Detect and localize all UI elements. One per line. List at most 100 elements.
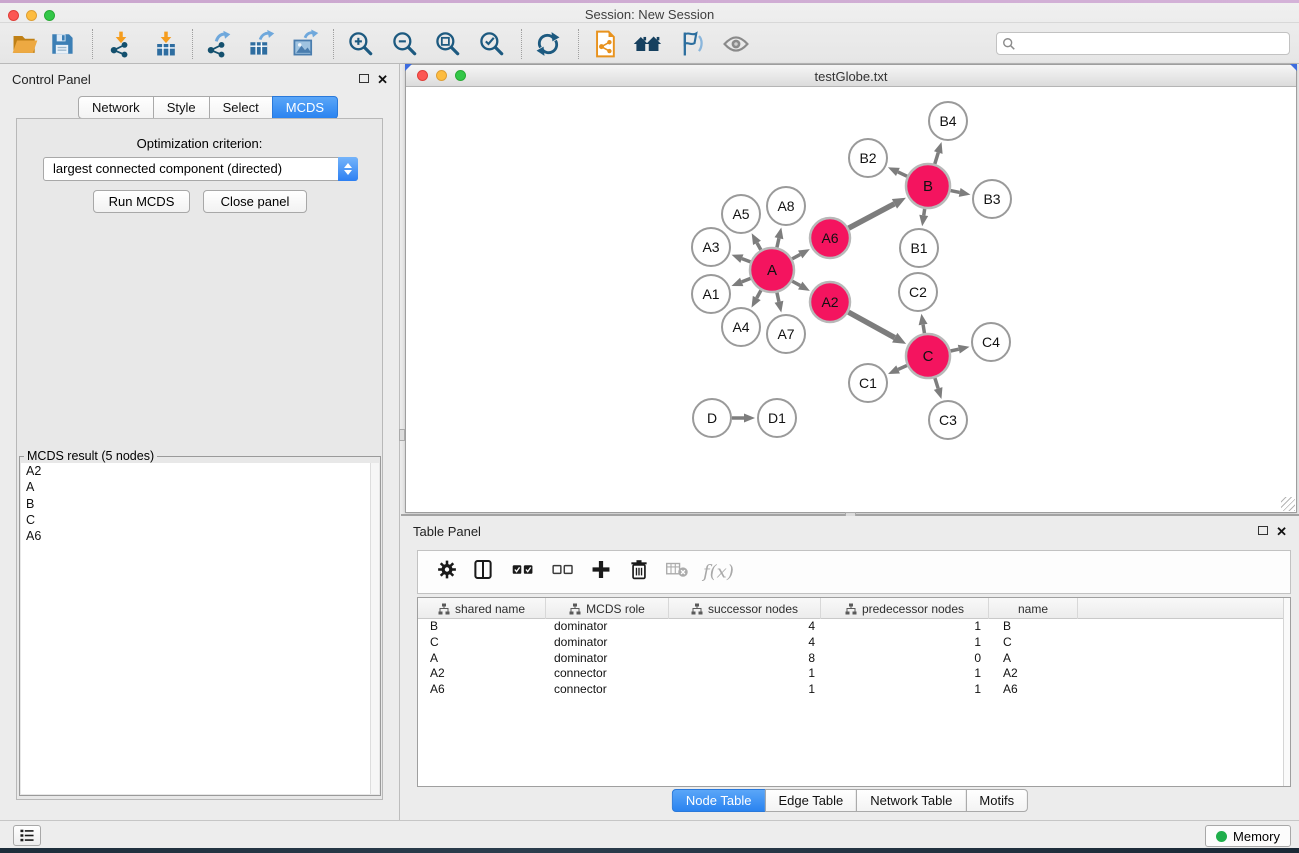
graph-node-A2[interactable]: A2 (810, 282, 850, 322)
graph-edge-C-C4[interactable] (950, 349, 958, 351)
graph-node-C3[interactable]: C3 (929, 401, 967, 439)
column-header-predecessor-nodes[interactable]: predecessor nodes (821, 598, 989, 619)
add-column-button[interactable] (590, 559, 612, 586)
graph-edge-C-C2[interactable] (923, 325, 924, 334)
table-row-b[interactable]: Bdominator41B (418, 619, 1290, 635)
split-view-button[interactable] (472, 559, 494, 586)
graph-node-B2[interactable]: B2 (849, 139, 887, 177)
export-table-button[interactable] (244, 27, 278, 61)
search-box[interactable] (996, 32, 1290, 55)
graph-node-A7[interactable]: A7 (767, 315, 805, 353)
cell-name[interactable]: B (989, 619, 1078, 635)
graph-edge-C-C1[interactable] (898, 365, 907, 369)
table-scrollbar[interactable] (1283, 598, 1290, 786)
result-scrollbar[interactable] (370, 463, 379, 794)
cell-mcds-role[interactable]: dominator (546, 651, 669, 667)
deselect-all-button[interactable] (551, 561, 575, 584)
graph-edge-B-B3[interactable] (951, 191, 960, 193)
float-panel-icon[interactable] (1258, 526, 1268, 535)
cell-predecessor-nodes[interactable]: 1 (821, 635, 989, 651)
cell-mcds-role[interactable]: dominator (546, 619, 669, 635)
graph-edge-A-A3[interactable] (742, 259, 751, 262)
graph-edge-A6-B[interactable] (849, 204, 895, 228)
column-header-mcds-role[interactable]: MCDS role (546, 598, 669, 619)
vertical-splitter-handle[interactable] (399, 429, 405, 441)
graph-node-A[interactable]: A (750, 248, 794, 292)
graph-node-A4[interactable]: A4 (722, 308, 760, 346)
criterion-select[interactable]: largest connected component (directed) (43, 157, 358, 181)
graph-edge-A-A1[interactable] (742, 278, 751, 281)
graph-node-A6[interactable]: A6 (810, 218, 850, 258)
graph-edge-C-C3[interactable] (935, 378, 938, 389)
cell-name[interactable]: C (989, 635, 1078, 651)
cell-successor-nodes[interactable]: 1 (669, 682, 821, 698)
result-item-a[interactable]: A (21, 479, 379, 495)
network-canvas[interactable]: ABCA6A2A1A3A4A5A7A8B1B2B3B4C1C2C3C4DD1 (406, 87, 1296, 512)
tab-node-table[interactable]: Node Table (672, 789, 766, 812)
cell-mcds-role[interactable]: dominator (546, 635, 669, 651)
resize-grip-icon[interactable] (1281, 497, 1295, 511)
column-header-name[interactable]: name (989, 598, 1078, 619)
show-graphics-button[interactable] (719, 27, 753, 61)
select-all-button[interactable] (511, 561, 535, 584)
graph-edge-B-B1[interactable] (924, 209, 925, 216)
close-panel-icon[interactable]: ✕ (377, 73, 388, 86)
hide-graphics-button[interactable] (674, 27, 708, 61)
graph-edge-A-A4[interactable] (757, 290, 761, 298)
home-layout-button[interactable] (630, 27, 664, 61)
cell-mcds-role[interactable]: connector (546, 666, 669, 682)
result-item-a6[interactable]: A6 (21, 528, 379, 544)
mcds-result-list[interactable]: A2ABCA6 (21, 463, 379, 794)
tab-select[interactable]: Select (209, 96, 273, 119)
zoom-selected-button[interactable] (475, 27, 509, 61)
tab-style[interactable]: Style (153, 96, 210, 119)
memory-button[interactable]: Memory (1205, 825, 1291, 847)
graph-node-A3[interactable]: A3 (692, 228, 730, 266)
cell-name[interactable]: A6 (989, 682, 1078, 698)
graph-node-D[interactable]: D (693, 399, 731, 437)
column-header-successor-nodes[interactable]: successor nodes (669, 598, 821, 619)
cell-predecessor-nodes[interactable]: 0 (821, 651, 989, 667)
graph-edge-A-A5[interactable] (757, 243, 761, 250)
graph-node-B3[interactable]: B3 (973, 180, 1011, 218)
graph-node-C[interactable]: C (906, 334, 950, 378)
save-session-button[interactable] (45, 27, 79, 61)
tab-motifs[interactable]: Motifs (965, 789, 1028, 812)
cell-shared-name[interactable]: A2 (418, 666, 546, 682)
cell-shared-name[interactable]: A (418, 651, 546, 667)
delete-column-button[interactable] (628, 559, 650, 586)
graph-node-A8[interactable]: A8 (767, 187, 805, 225)
cell-shared-name[interactable]: A6 (418, 682, 546, 698)
task-history-button[interactable] (13, 825, 41, 846)
zoom-out-button[interactable] (388, 27, 422, 61)
table-row-a2[interactable]: A2connector11A2 (418, 666, 1290, 682)
function-builder-button[interactable]: f(x) (703, 562, 734, 583)
graph-node-A1[interactable]: A1 (692, 275, 730, 313)
close-panel-button[interactable]: Close panel (203, 190, 307, 213)
cell-predecessor-nodes[interactable]: 1 (821, 666, 989, 682)
graph-node-B4[interactable]: B4 (929, 102, 967, 140)
graph-edge-A-A8[interactable] (777, 238, 779, 247)
graph-edge-A-A2[interactable] (792, 281, 800, 285)
table-row-c[interactable]: Cdominator41C (418, 635, 1290, 651)
tab-edge-table[interactable]: Edge Table (764, 789, 857, 812)
graph-node-C2[interactable]: C2 (899, 273, 937, 311)
graph-edge-B-B4[interactable] (935, 153, 939, 164)
tab-mcds[interactable]: MCDS (272, 96, 338, 119)
delete-table-button[interactable] (665, 561, 689, 584)
cell-successor-nodes[interactable]: 4 (669, 619, 821, 635)
graph-node-C1[interactable]: C1 (849, 364, 887, 402)
node-table[interactable]: shared nameMCDS rolesuccessor nodesprede… (417, 597, 1291, 787)
graph-node-B[interactable]: B (906, 164, 950, 208)
tab-network[interactable]: Network (78, 96, 154, 119)
export-network-button[interactable] (201, 27, 235, 61)
run-mcds-button[interactable]: Run MCDS (93, 190, 190, 213)
table-row-a6[interactable]: A6connector11A6 (418, 682, 1290, 698)
column-header-shared-name[interactable]: shared name (418, 598, 546, 619)
cell-shared-name[interactable]: B (418, 619, 546, 635)
import-network-button[interactable] (104, 27, 138, 61)
graph-node-A5[interactable]: A5 (722, 195, 760, 233)
cell-shared-name[interactable]: C (418, 635, 546, 651)
cell-predecessor-nodes[interactable]: 1 (821, 682, 989, 698)
graph-edge-A-A7[interactable] (777, 292, 779, 301)
